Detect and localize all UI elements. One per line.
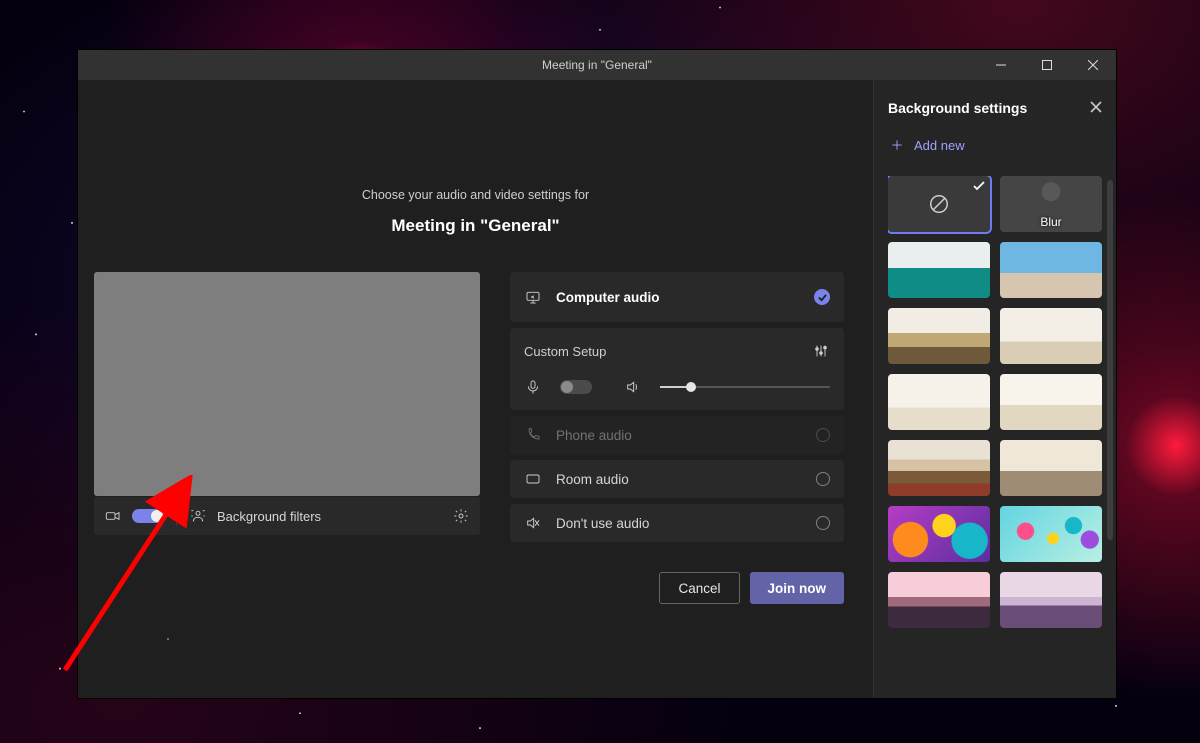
phone-audio-option[interactable]: Phone audio: [510, 416, 844, 454]
background-tile[interactable]: [1000, 374, 1102, 430]
background-settings-title: Background settings: [888, 100, 1027, 116]
close-button[interactable]: [1070, 50, 1116, 80]
window-controls: [978, 50, 1116, 80]
background-settings-panel: Background settings Add new Blur: [873, 80, 1116, 698]
no-audio-label: Don't use audio: [556, 516, 649, 531]
blur-label: Blur: [1040, 215, 1061, 229]
background-tile[interactable]: [888, 374, 990, 430]
speaker-icon: [624, 378, 642, 396]
room-audio-option[interactable]: Room audio: [510, 460, 844, 498]
main-area: Choose your audio and video settings for…: [78, 80, 873, 698]
equalizer-icon[interactable]: [812, 342, 830, 360]
scrollbar[interactable]: [1107, 180, 1113, 540]
camera-toggle[interactable]: [132, 509, 164, 523]
maximize-button[interactable]: [1024, 50, 1070, 80]
selected-check-icon: [814, 289, 830, 305]
video-preview: [94, 272, 480, 496]
background-grid: Blur: [888, 176, 1102, 628]
add-new-background-button[interactable]: Add new: [888, 136, 1102, 154]
heading-subtitle: Choose your audio and video settings for: [94, 188, 857, 202]
background-tile[interactable]: [888, 506, 990, 562]
background-tile[interactable]: [1000, 440, 1102, 496]
radio-unselected-icon: [816, 472, 830, 486]
background-blur-tile[interactable]: Blur: [1000, 176, 1102, 232]
background-filters-button[interactable]: Background filters: [189, 507, 440, 525]
close-panel-button[interactable]: [1090, 100, 1102, 116]
phone-icon: [524, 426, 542, 444]
background-filters-label: Background filters: [217, 509, 321, 524]
background-tile[interactable]: [888, 572, 990, 628]
phone-audio-label: Phone audio: [556, 428, 632, 443]
computer-audio-icon: [524, 288, 542, 306]
video-controls-bar: Background filters: [94, 497, 480, 535]
device-settings-button[interactable]: [452, 507, 470, 525]
computer-audio-option[interactable]: Computer audio: [510, 272, 844, 322]
background-none-tile[interactable]: [888, 176, 990, 232]
video-camera-icon: [104, 507, 122, 525]
window-title: Meeting in "General": [542, 58, 652, 72]
background-tile[interactable]: [1000, 242, 1102, 298]
background-effects-icon: [189, 507, 207, 525]
plus-icon: [888, 136, 906, 154]
room-audio-icon: [524, 470, 542, 488]
volume-slider[interactable]: [660, 386, 830, 388]
microphone-toggle[interactable]: [560, 380, 592, 394]
no-audio-option[interactable]: Don't use audio: [510, 504, 844, 542]
prejoin-window: Meeting in "General" Choose your audio a…: [77, 49, 1117, 699]
custom-setup-label: Custom Setup: [524, 344, 606, 359]
radio-unselected-icon: [816, 516, 830, 530]
background-tile[interactable]: [1000, 506, 1102, 562]
add-new-label: Add new: [914, 138, 965, 153]
join-now-button[interactable]: Join now: [750, 572, 845, 604]
minimize-button[interactable]: [978, 50, 1024, 80]
background-tile[interactable]: [1000, 308, 1102, 364]
background-tile[interactable]: [888, 440, 990, 496]
titlebar: Meeting in "General": [78, 50, 1116, 80]
radio-unselected-icon: [816, 428, 830, 442]
audio-off-icon: [524, 514, 542, 532]
heading-title: Meeting in "General": [94, 216, 857, 236]
room-audio-label: Room audio: [556, 472, 629, 487]
custom-setup-panel: Custom Setup: [510, 328, 844, 410]
microphone-icon: [524, 378, 542, 396]
background-tile[interactable]: [888, 308, 990, 364]
cancel-button[interactable]: Cancel: [659, 572, 739, 604]
computer-audio-label: Computer audio: [556, 290, 660, 305]
background-tile[interactable]: [888, 242, 990, 298]
background-tile[interactable]: [1000, 572, 1102, 628]
